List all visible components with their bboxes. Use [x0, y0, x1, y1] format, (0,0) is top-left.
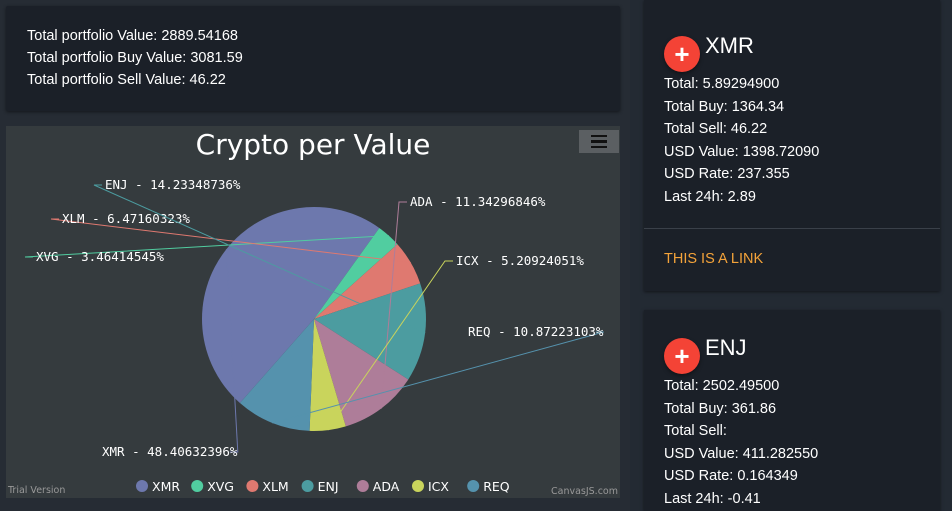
legend-marker-xmr[interactable] — [136, 480, 148, 492]
legend-marker-ada[interactable] — [356, 480, 369, 492]
coin-last-24h: Last 24h: -0.41 — [664, 490, 761, 507]
coin-card-xmr: + XMR Total: 5.89294900 Total Buy: 1364.… — [644, 0, 940, 291]
coin-total-sell: Total Sell: — [664, 423, 727, 439]
slice-label-xvg: XVG - 3.46414545% — [36, 249, 164, 264]
coin-header: + XMR — [664, 33, 754, 72]
slice-label-enj: ENJ - 14.23348736% — [105, 177, 241, 192]
total-portfolio-sell-value: Total portfolio Sell Value: 46.22 — [27, 72, 226, 88]
coin-name: ENJ — [705, 335, 747, 360]
chart-menu-button[interactable] — [579, 130, 619, 153]
left-panel: Total portfolio Value: 2889.54168 Total … — [0, 0, 630, 511]
trial-version-text: Trial Version — [7, 485, 65, 496]
legend-label-ada[interactable]: ADA — [373, 479, 400, 494]
coin-info: Total: 2502.49500 Total Buy: 361.86 Tota… — [664, 375, 818, 510]
coin-card-enj: + ENJ Total: 2502.49500 Total Buy: 361.8… — [644, 310, 940, 511]
coin-usd-value: USD Value: 1398.72090 — [664, 143, 820, 160]
coin-info: Total: 5.89294900 Total Buy: 1364.34 Tot… — [664, 73, 819, 208]
legend-label-icx[interactable]: ICX — [428, 479, 449, 494]
coin-total-buy: Total Buy: 361.86 — [664, 400, 777, 417]
coin-total-buy: Total Buy: 1364.34 — [664, 98, 785, 115]
legend-marker-xvg[interactable] — [191, 480, 204, 492]
canvasjs-credit[interactable]: CanvasJS.com — [551, 486, 618, 497]
chart-title: Crypto per Value — [196, 128, 431, 161]
crypto-pie-chart-card: Crypto per Value XMR - 48.40632396% XVG -… — [6, 126, 620, 498]
coin-total-sell: Total Sell: 46.22 — [664, 121, 768, 137]
legend-label-xlm[interactable]: XLM — [262, 479, 288, 494]
coin-usd-rate: USD Rate: 0.164349 — [664, 468, 798, 484]
total-portfolio-buy-value: Total portfolio Buy Value: 3081.59 — [27, 50, 243, 66]
coin-last-24h: Last 24h: 2.89 — [664, 188, 756, 205]
legend-marker-enj[interactable] — [301, 480, 314, 492]
slice-label-icx: ICX - 5.20924051% — [456, 253, 584, 268]
legend-marker-icx[interactable] — [412, 480, 424, 492]
plus-icon: + — [674, 39, 690, 69]
slice-label-req: REQ - 10.87223103% — [468, 324, 604, 339]
coin-link[interactable]: THIS IS A LINK — [664, 251, 763, 267]
crypto-pie-chart: Crypto per Value XMR - 48.40632396% XVG -… — [7, 128, 618, 497]
legend-label-req[interactable]: REQ — [483, 479, 510, 494]
slice-label-ada: ADA - 11.34296846% — [410, 194, 546, 209]
coin-total: Total: 5.89294900 — [664, 76, 780, 92]
coin-usd-value: USD Value: 411.282550 — [664, 445, 819, 462]
legend-marker-xlm[interactable] — [246, 480, 259, 492]
add-enj-button[interactable]: + — [664, 338, 700, 374]
coin-name: XMR — [705, 33, 754, 58]
coin-total: Total: 2502.49500 — [664, 378, 780, 394]
card-divider — [644, 228, 940, 229]
total-portfolio-value: Total portfolio Value: 2889.54168 — [27, 28, 238, 44]
slice-label-xmr: XMR - 48.40632396% — [102, 444, 238, 459]
add-xmr-button[interactable]: + — [664, 36, 700, 72]
right-panel: + XMR Total: 5.89294900 Total Buy: 1364.… — [632, 0, 952, 511]
coin-header: + ENJ — [664, 335, 747, 374]
portfolio-summary-card: Total portfolio Value: 2889.54168 Total … — [6, 6, 620, 111]
legend-marker-req[interactable] — [467, 480, 480, 492]
coin-usd-rate: USD Rate: 237.355 — [664, 166, 790, 182]
hamburger-menu-icon — [591, 134, 607, 138]
legend-label-enj[interactable]: ENJ — [318, 479, 339, 494]
legend-label-xmr[interactable]: XMR — [152, 479, 180, 494]
slice-label-xlm: XLM - 6.47160323% — [62, 211, 190, 226]
legend-label-xvg[interactable]: XVG — [207, 479, 234, 494]
plus-icon: + — [674, 341, 690, 371]
